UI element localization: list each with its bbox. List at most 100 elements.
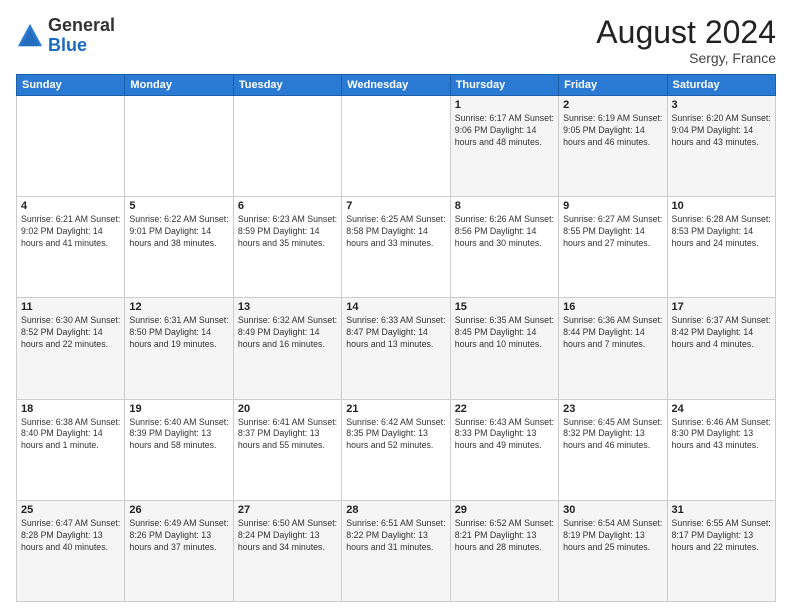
calendar-table: Sunday Monday Tuesday Wednesday Thursday… <box>16 74 776 602</box>
day-info: Sunrise: 6:20 AM Sunset: 9:04 PM Dayligh… <box>672 113 771 149</box>
table-row: 10 Sunrise: 6:28 AM Sunset: 8:53 PM Dayli… <box>667 197 775 298</box>
table-row: 7 Sunrise: 6:25 AM Sunset: 8:58 PM Daylig… <box>342 197 450 298</box>
table-row: 26 Sunrise: 6:49 AM Sunset: 8:26 PM Dayli… <box>125 500 233 601</box>
calendar-week-row: 1 Sunrise: 6:17 AM Sunset: 9:06 PM Daylig… <box>17 96 776 197</box>
day-info: Sunrise: 6:40 AM Sunset: 8:39 PM Dayligh… <box>129 417 228 453</box>
day-number: 3 <box>672 99 771 111</box>
title-block: August 2024 Sergy, France <box>596 16 776 66</box>
header-sunday: Sunday <box>17 75 125 96</box>
table-row: 28 Sunrise: 6:51 AM Sunset: 8:22 PM Dayli… <box>342 500 450 601</box>
page: General Blue August 2024 Sergy, France S… <box>0 0 792 612</box>
day-info: Sunrise: 6:27 AM Sunset: 8:55 PM Dayligh… <box>563 214 662 250</box>
table-row <box>233 96 341 197</box>
day-number: 29 <box>455 504 554 516</box>
day-info: Sunrise: 6:22 AM Sunset: 9:01 PM Dayligh… <box>129 214 228 250</box>
day-info: Sunrise: 6:23 AM Sunset: 8:59 PM Dayligh… <box>238 214 337 250</box>
day-info: Sunrise: 6:55 AM Sunset: 8:17 PM Dayligh… <box>672 518 771 554</box>
logo: General Blue <box>16 16 115 56</box>
day-number: 28 <box>346 504 445 516</box>
table-row: 18 Sunrise: 6:38 AM Sunset: 8:40 PM Dayli… <box>17 399 125 500</box>
day-info: Sunrise: 6:21 AM Sunset: 9:02 PM Dayligh… <box>21 214 120 250</box>
table-row: 14 Sunrise: 6:33 AM Sunset: 8:47 PM Dayli… <box>342 298 450 399</box>
table-row: 29 Sunrise: 6:52 AM Sunset: 8:21 PM Dayli… <box>450 500 558 601</box>
day-number: 10 <box>672 200 771 212</box>
header-wednesday: Wednesday <box>342 75 450 96</box>
day-number: 16 <box>563 301 662 313</box>
day-info: Sunrise: 6:45 AM Sunset: 8:32 PM Dayligh… <box>563 417 662 453</box>
day-info: Sunrise: 6:47 AM Sunset: 8:28 PM Dayligh… <box>21 518 120 554</box>
day-number: 27 <box>238 504 337 516</box>
calendar-week-row: 4 Sunrise: 6:21 AM Sunset: 9:02 PM Daylig… <box>17 197 776 298</box>
day-number: 11 <box>21 301 120 313</box>
day-number: 9 <box>563 200 662 212</box>
header-saturday: Saturday <box>667 75 775 96</box>
table-row: 9 Sunrise: 6:27 AM Sunset: 8:55 PM Daylig… <box>559 197 667 298</box>
day-info: Sunrise: 6:52 AM Sunset: 8:21 PM Dayligh… <box>455 518 554 554</box>
table-row: 6 Sunrise: 6:23 AM Sunset: 8:59 PM Daylig… <box>233 197 341 298</box>
day-number: 7 <box>346 200 445 212</box>
table-row: 15 Sunrise: 6:35 AM Sunset: 8:45 PM Dayli… <box>450 298 558 399</box>
day-info: Sunrise: 6:51 AM Sunset: 8:22 PM Dayligh… <box>346 518 445 554</box>
table-row: 25 Sunrise: 6:47 AM Sunset: 8:28 PM Dayli… <box>17 500 125 601</box>
header-thursday: Thursday <box>450 75 558 96</box>
table-row: 27 Sunrise: 6:50 AM Sunset: 8:24 PM Dayli… <box>233 500 341 601</box>
day-info: Sunrise: 6:38 AM Sunset: 8:40 PM Dayligh… <box>21 417 120 453</box>
day-number: 1 <box>455 99 554 111</box>
day-info: Sunrise: 6:46 AM Sunset: 8:30 PM Dayligh… <box>672 417 771 453</box>
table-row: 5 Sunrise: 6:22 AM Sunset: 9:01 PM Daylig… <box>125 197 233 298</box>
day-number: 21 <box>346 403 445 415</box>
day-info: Sunrise: 6:32 AM Sunset: 8:49 PM Dayligh… <box>238 315 337 351</box>
table-row: 24 Sunrise: 6:46 AM Sunset: 8:30 PM Dayli… <box>667 399 775 500</box>
day-info: Sunrise: 6:42 AM Sunset: 8:35 PM Dayligh… <box>346 417 445 453</box>
table-row: 20 Sunrise: 6:41 AM Sunset: 8:37 PM Dayli… <box>233 399 341 500</box>
day-number: 20 <box>238 403 337 415</box>
logo-text: General Blue <box>48 16 115 56</box>
day-number: 26 <box>129 504 228 516</box>
day-number: 12 <box>129 301 228 313</box>
day-info: Sunrise: 6:17 AM Sunset: 9:06 PM Dayligh… <box>455 113 554 149</box>
day-number: 13 <box>238 301 337 313</box>
table-row: 1 Sunrise: 6:17 AM Sunset: 9:06 PM Daylig… <box>450 96 558 197</box>
table-row: 8Sunrise: 6:26 AM Sunset: 8:56 PM Daylig… <box>450 197 558 298</box>
day-number: 2 <box>563 99 662 111</box>
table-row: 16 Sunrise: 6:36 AM Sunset: 8:44 PM Dayli… <box>559 298 667 399</box>
day-info: Sunrise: 6:41 AM Sunset: 8:37 PM Dayligh… <box>238 417 337 453</box>
day-number: 25 <box>21 504 120 516</box>
day-number: 18 <box>21 403 120 415</box>
logo-icon <box>16 22 44 50</box>
day-info: Sunrise: 6:49 AM Sunset: 8:26 PM Dayligh… <box>129 518 228 554</box>
calendar-week-row: 25 Sunrise: 6:47 AM Sunset: 8:28 PM Dayli… <box>17 500 776 601</box>
table-row: 11 Sunrise: 6:30 AM Sunset: 8:52 PM Dayli… <box>17 298 125 399</box>
header-friday: Friday <box>559 75 667 96</box>
day-info: Sunrise: 6:30 AM Sunset: 8:52 PM Dayligh… <box>21 315 120 351</box>
day-info: Sunrise: 6:31 AM Sunset: 8:50 PM Dayligh… <box>129 315 228 351</box>
table-row: 30 Sunrise: 6:54 AM Sunset: 8:19 PM Dayli… <box>559 500 667 601</box>
header: General Blue August 2024 Sergy, France <box>16 16 776 66</box>
day-number: 14 <box>346 301 445 313</box>
table-row: 4 Sunrise: 6:21 AM Sunset: 9:02 PM Daylig… <box>17 197 125 298</box>
day-number: 31 <box>672 504 771 516</box>
day-info: Sunrise: 6:19 AM Sunset: 9:05 PM Dayligh… <box>563 113 662 149</box>
calendar-week-row: 18 Sunrise: 6:38 AM Sunset: 8:40 PM Dayli… <box>17 399 776 500</box>
day-number: 4 <box>21 200 120 212</box>
day-info: Sunrise: 6:25 AM Sunset: 8:58 PM Dayligh… <box>346 214 445 250</box>
day-number: 6 <box>238 200 337 212</box>
table-row: 13 Sunrise: 6:32 AM Sunset: 8:49 PM Dayli… <box>233 298 341 399</box>
table-row: 22Sunrise: 6:43 AM Sunset: 8:33 PM Dayli… <box>450 399 558 500</box>
header-monday: Monday <box>125 75 233 96</box>
day-info: Sunrise: 6:33 AM Sunset: 8:47 PM Dayligh… <box>346 315 445 351</box>
table-row: 31 Sunrise: 6:55 AM Sunset: 8:17 PM Dayli… <box>667 500 775 601</box>
day-number: 5 <box>129 200 228 212</box>
day-info: Sunrise: 6:26 AM Sunset: 8:56 PM Dayligh… <box>455 214 554 250</box>
month-year: August 2024 <box>596 16 776 48</box>
day-number: 24 <box>672 403 771 415</box>
day-info: Sunrise: 6:36 AM Sunset: 8:44 PM Dayligh… <box>563 315 662 351</box>
day-info: Sunrise: 6:54 AM Sunset: 8:19 PM Dayligh… <box>563 518 662 554</box>
table-row: 23Sunrise: 6:45 AM Sunset: 8:32 PM Dayli… <box>559 399 667 500</box>
day-number: 30 <box>563 504 662 516</box>
day-info: Sunrise: 6:35 AM Sunset: 8:45 PM Dayligh… <box>455 315 554 351</box>
day-info: Sunrise: 6:28 AM Sunset: 8:53 PM Dayligh… <box>672 214 771 250</box>
day-info: Sunrise: 6:37 AM Sunset: 8:42 PM Dayligh… <box>672 315 771 351</box>
day-number: 15 <box>455 301 554 313</box>
day-info: Sunrise: 6:50 AM Sunset: 8:24 PM Dayligh… <box>238 518 337 554</box>
